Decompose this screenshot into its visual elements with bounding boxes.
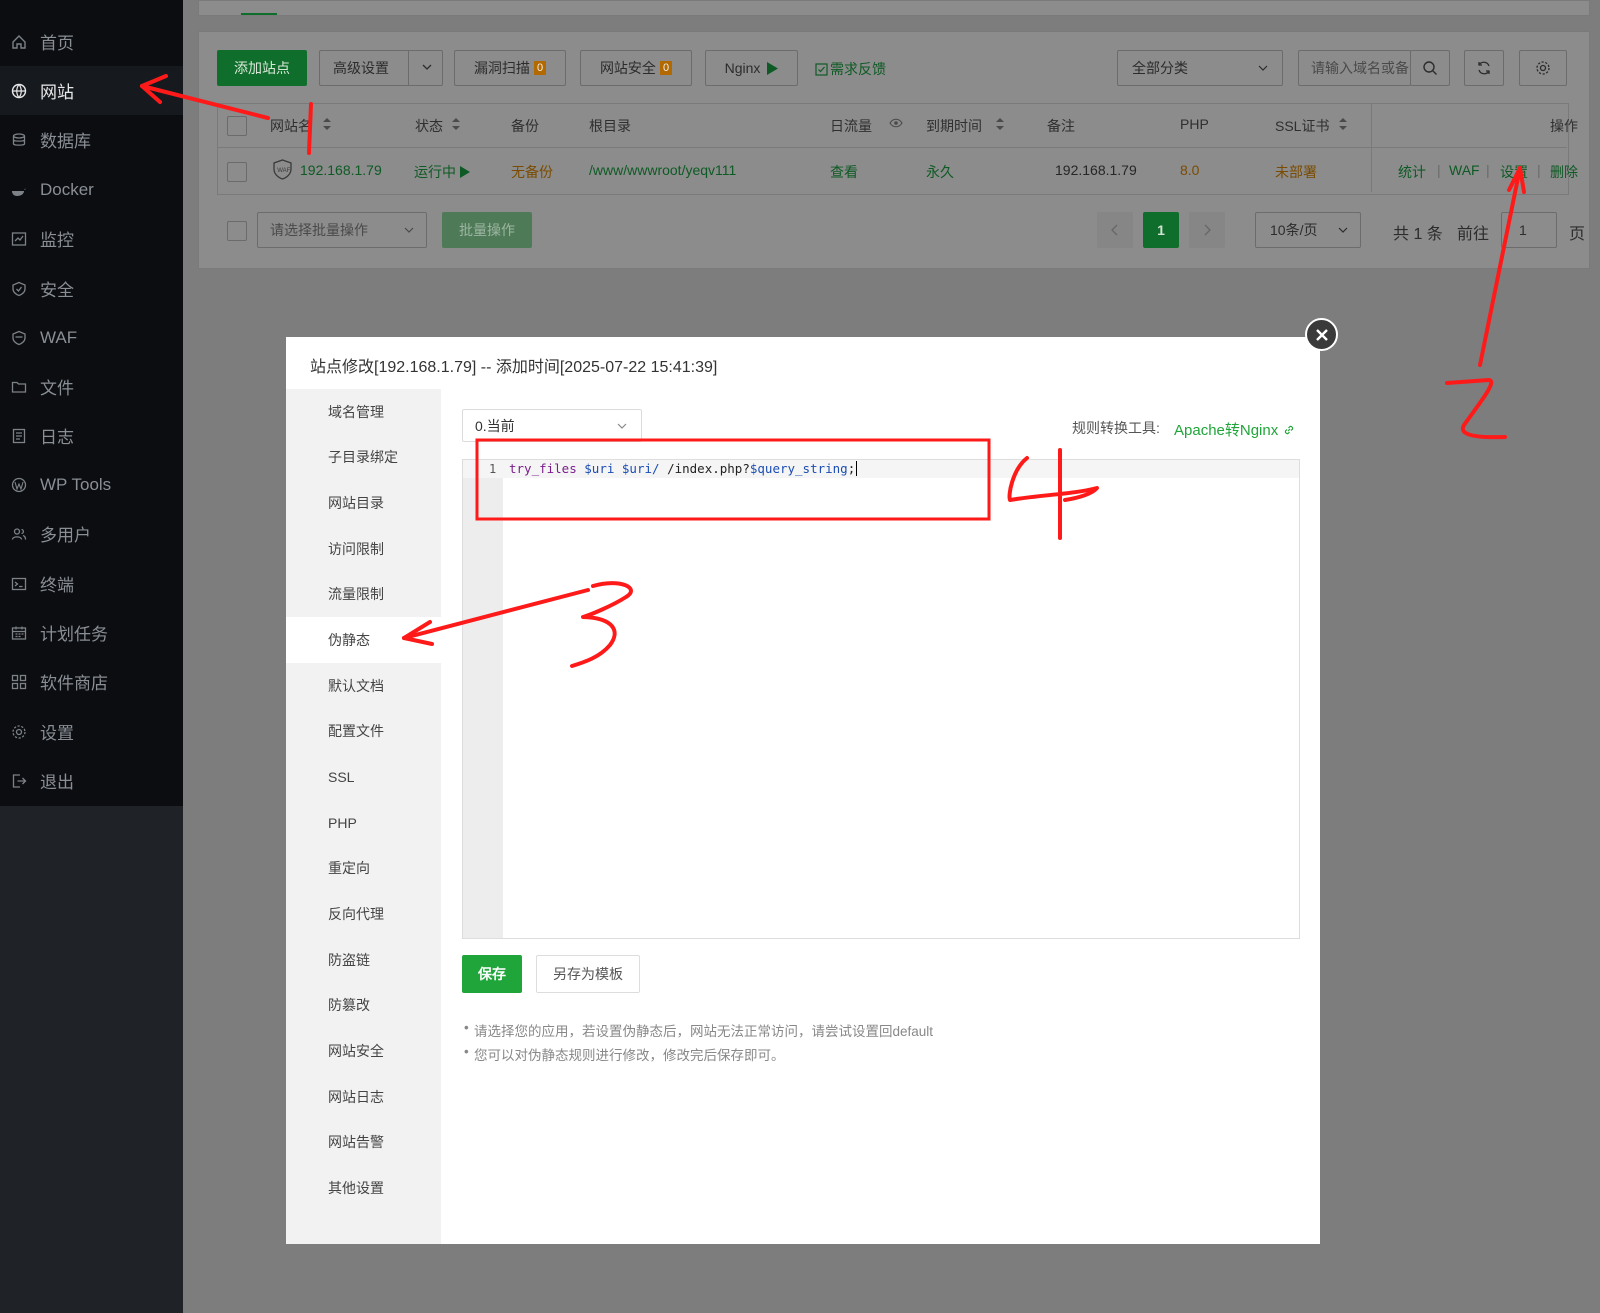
arrow-to-settings-link: [1478, 166, 1522, 367]
arrow-to-rewrite-nav: [402, 588, 590, 640]
annotation-mark-4: [1007, 448, 1099, 540]
annotation-mark-2: [1445, 378, 1507, 440]
annotation-mark: [307, 102, 313, 155]
highlight-box: [475, 438, 991, 521]
annotation-overlay: [140, 74, 1526, 668]
annotation-mark-3: [570, 581, 633, 668]
